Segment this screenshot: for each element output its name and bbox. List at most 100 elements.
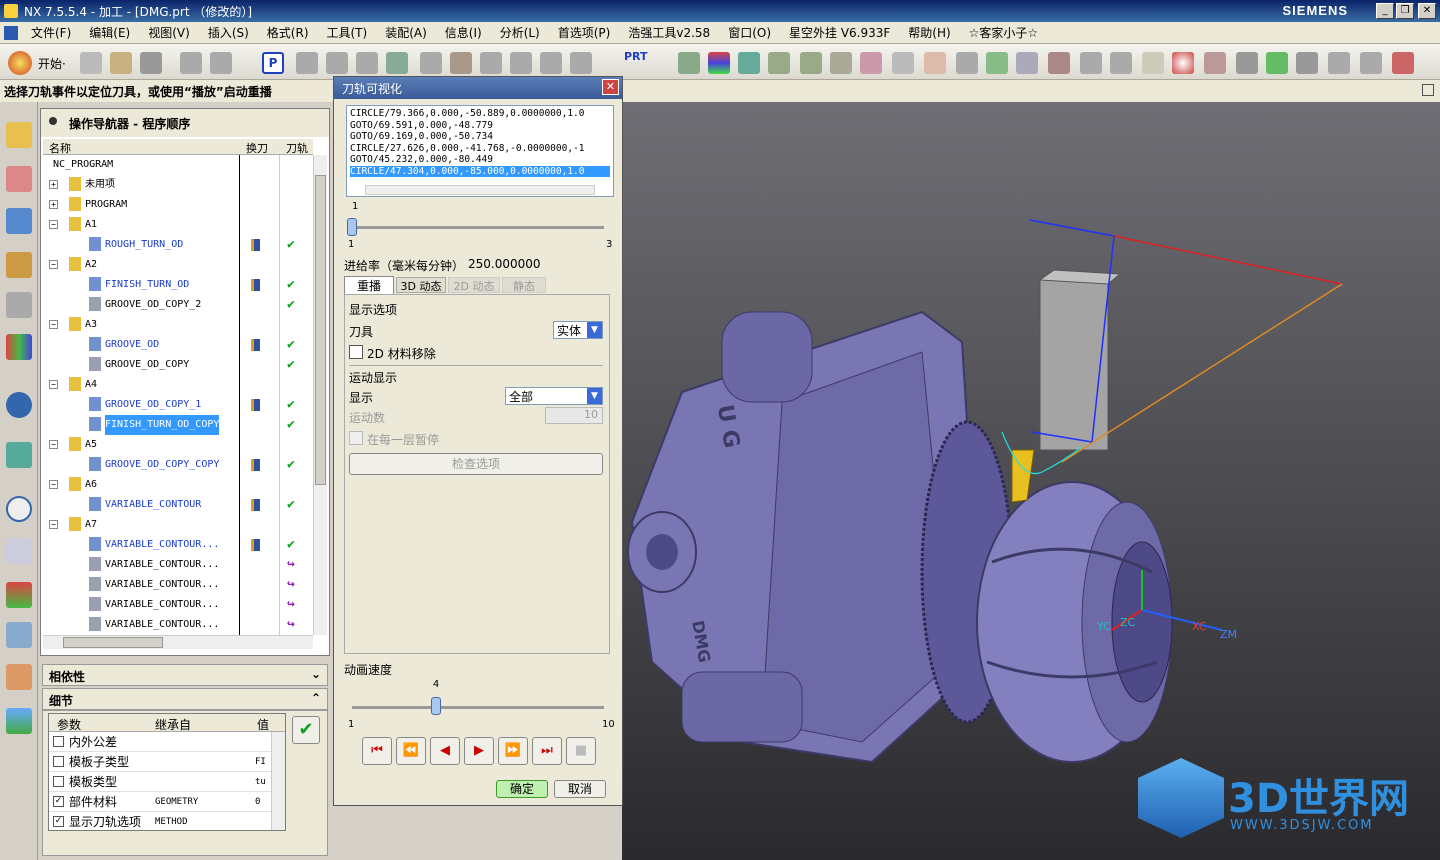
tree-scrollbar[interactable] [313, 155, 327, 635]
create-method-icon[interactable] [386, 52, 408, 74]
param-checkbox[interactable]: ✓ [53, 816, 64, 827]
layer-icon[interactable] [708, 52, 730, 74]
roles-icon[interactable] [6, 582, 32, 608]
menu-info[interactable]: 信息(I) [436, 24, 491, 41]
tree-group[interactable]: − A1 [43, 215, 313, 235]
chevron-down-icon[interactable]: ▼ [587, 388, 602, 404]
pan-icon[interactable] [800, 52, 822, 74]
chevron-up-icon[interactable]: ⌃ [311, 691, 321, 705]
chevron-down-icon[interactable]: ▼ [587, 322, 602, 338]
param-checkbox[interactable] [53, 756, 64, 767]
undo-icon[interactable] [210, 52, 232, 74]
list-icon[interactable] [540, 52, 562, 74]
info-icon[interactable] [6, 392, 32, 418]
prt-button[interactable]: PRT [624, 50, 648, 63]
table-icon[interactable] [1142, 52, 1164, 74]
tree-group[interactable]: + PROGRAM [43, 195, 313, 215]
tree-operation[interactable]: FINISH_TURN_OD_COPY ✔ [43, 415, 313, 435]
motion-count-input[interactable]: 10 [545, 407, 603, 424]
operation-nav-icon[interactable] [6, 208, 32, 234]
listing-hscrollbar[interactable] [365, 185, 595, 195]
tree-operation[interactable]: GROOVE_OD_COPY ✔ [43, 355, 313, 375]
event-slider-track[interactable] [352, 226, 604, 229]
menu-analysis[interactable]: 分析(L) [491, 24, 549, 41]
tree-operation[interactable]: VARIABLE_CONTOUR... ↪ [43, 615, 313, 635]
step-forward-button[interactable]: ⏩ [498, 737, 528, 765]
cancel-button[interactable]: 取消 [554, 780, 606, 798]
tree-operation[interactable]: FINISH_TURN_OD ✔ [43, 275, 313, 295]
constraint-nav-icon[interactable] [6, 166, 32, 192]
expand-icon[interactable]: + [49, 180, 58, 189]
menu-preferences[interactable]: 首选项(P) [549, 24, 620, 41]
maximize-graphics-icon[interactable] [1422, 84, 1434, 96]
dialog-title-bar[interactable]: 刀轨可视化 ✕ [334, 77, 622, 99]
pause-layer-checkbox[interactable] [349, 431, 363, 445]
col-toolpath[interactable]: 刀轨 [286, 140, 308, 156]
tree-operation[interactable]: VARIABLE_CONTOUR... ↪ [43, 555, 313, 575]
fast-forward-button[interactable]: ⏭ [532, 737, 562, 765]
line-icon[interactable] [1392, 52, 1414, 74]
menu-window[interactable]: 窗口(O) [719, 24, 780, 41]
scenes-icon[interactable] [6, 708, 32, 734]
expand-icon[interactable]: + [49, 200, 58, 209]
properties-icon[interactable] [570, 52, 592, 74]
tool-icon[interactable] [1110, 52, 1132, 74]
tree-operation[interactable]: GROOVE_OD_COPY_2 ✔ [43, 295, 313, 315]
code-line-selected[interactable]: CIRCLE/47.304,0.000,-85.000,0.0000000,1.… [350, 165, 610, 177]
event-slider-thumb[interactable] [347, 218, 357, 236]
anim-speed-track[interactable] [352, 706, 604, 709]
menu-format[interactable]: 格式(R) [258, 24, 318, 41]
section-icon[interactable] [986, 52, 1008, 74]
history-icon[interactable] [6, 496, 32, 522]
material-removal-checkbox[interactable] [349, 345, 363, 359]
details-panel-header[interactable]: 细节 ⌃ [42, 688, 328, 710]
param-row[interactable]: 模板类型 tu [49, 772, 285, 792]
rewind-to-start-button[interactable]: ⏮ [362, 737, 392, 765]
menu-plugin[interactable]: 星空外挂 V6.933F [780, 24, 899, 41]
tree-operation[interactable]: VARIABLE_CONTOUR... ↪ [43, 595, 313, 615]
analysis-icon[interactable] [924, 52, 946, 74]
system-materials-icon[interactable] [6, 622, 32, 648]
param-row[interactable]: ✓ 部件材料 GEOMETRY 0 [49, 792, 285, 812]
minimize-button[interactable]: _ [1376, 3, 1394, 19]
code-line[interactable]: GOTO/69.591,0.000,-48.779 [350, 120, 610, 132]
target-icon[interactable] [1172, 52, 1194, 74]
create-geometry-icon[interactable] [356, 52, 378, 74]
menu-insert[interactable]: 插入(S) [199, 24, 258, 41]
tree-operation[interactable]: GROOVE_OD_COPY_1 ✔ [43, 395, 313, 415]
menu-haoqiang-tools[interactable]: 浩强工具v2.58 [619, 24, 719, 41]
save-icon[interactable] [140, 52, 162, 74]
collapse-icon[interactable]: − [49, 480, 58, 489]
chevron-down-icon[interactable]: ⌄ [311, 667, 321, 681]
menu-help[interactable]: 帮助(H) [899, 24, 959, 41]
close-window-button[interactable]: ✕ [1418, 3, 1436, 19]
apply-check-button[interactable]: ✔ [292, 716, 320, 744]
export-icon[interactable] [1360, 52, 1382, 74]
users-icon[interactable] [6, 664, 32, 690]
create-op-icon[interactable] [296, 52, 318, 74]
collapse-icon[interactable]: − [49, 220, 58, 229]
machine-tool-icon[interactable] [6, 252, 32, 278]
start-icon[interactable] [8, 51, 32, 75]
assembly-nav-icon[interactable] [6, 122, 32, 148]
zoom-icon[interactable] [830, 52, 852, 74]
code-line[interactable]: CIRCLE/79.366,0.000,-50.889,0.0000000,1.… [350, 108, 610, 120]
param-col-value[interactable]: 值 [257, 716, 269, 733]
play-reverse-button[interactable]: ◀ [430, 737, 460, 765]
menu-view[interactable]: 视图(V) [139, 24, 199, 41]
param-col-from[interactable]: 继承自 [155, 716, 191, 733]
edit-icon[interactable] [1048, 52, 1070, 74]
collapse-icon[interactable]: − [49, 520, 58, 529]
play-button[interactable]: ▶ [464, 737, 494, 765]
measure-icon[interactable] [956, 52, 978, 74]
tab-2d-dynamic[interactable]: 2D 动态 [448, 277, 500, 293]
reuse-library-icon[interactable] [6, 292, 32, 318]
tree-group[interactable]: − A2 [43, 255, 313, 275]
filter-icon[interactable] [1266, 52, 1288, 74]
menu-edit[interactable]: 编辑(E) [80, 24, 139, 41]
shop-doc-icon[interactable] [510, 52, 532, 74]
tree-group[interactable]: − A3 [43, 315, 313, 335]
tab-3d-dynamic[interactable]: 3D 动态 [396, 277, 446, 293]
snap-icon[interactable] [1296, 52, 1318, 74]
check-options-button[interactable]: 检查选项 [349, 453, 603, 475]
